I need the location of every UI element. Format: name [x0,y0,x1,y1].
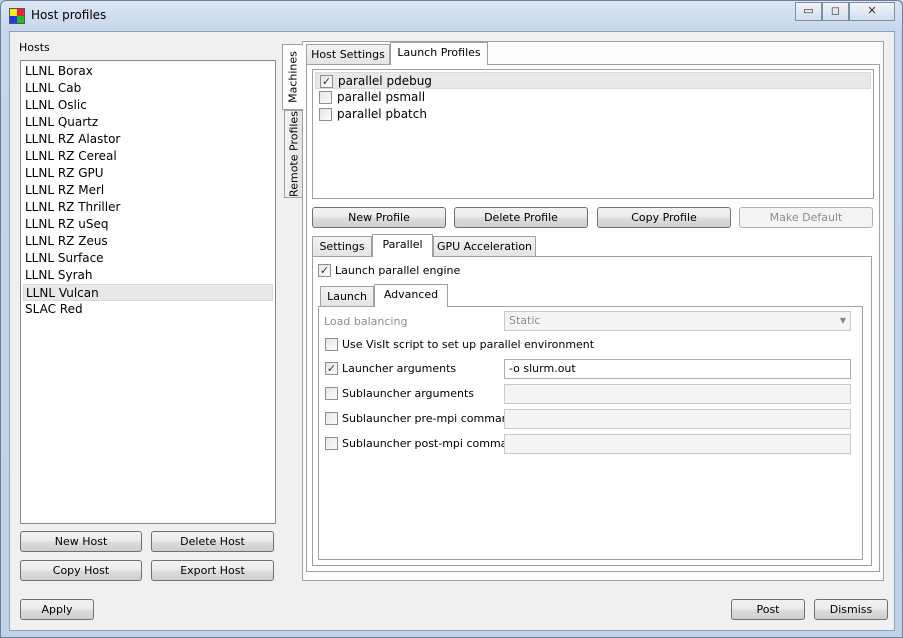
sublauncher-pre-mpi-label: Sublauncher pre-mpi command [342,412,516,425]
hosts-list[interactable]: LLNL Borax LLNL Cab LLNL Oslic LLNL Quartz L… [20,60,276,524]
copy-host-button[interactable]: Copy Host [20,560,142,581]
delete-host-button[interactable]: Delete Host [151,531,274,552]
minimize-button[interactable]: ▭ [795,2,822,21]
sublauncher-post-mpi-input[interactable] [504,434,851,454]
launcher-arguments-checkbox[interactable]: ✓ [325,362,338,375]
profile-label: parallel pdebug [338,74,432,88]
sublauncher-pre-mpi-input[interactable] [504,409,851,429]
load-balancing-label: Load balancing [324,315,408,328]
dialog-client-area: Hosts LLNL Borax LLNL Cab LLNL Oslic LLNL Q… [9,31,895,631]
list-item[interactable]: LLNL RZ uSeq [23,216,273,233]
post-button[interactable]: Post [731,599,805,620]
copy-profile-button[interactable]: Copy Profile [597,207,731,228]
new-profile-button[interactable]: New Profile [312,207,446,228]
tab-settings[interactable]: Settings [312,236,372,257]
sublauncher-arguments-input[interactable] [504,384,851,404]
hosts-label: Hosts [19,41,50,54]
tab-host-settings[interactable]: Host Settings [306,44,390,65]
load-balancing-select[interactable]: Static ▼ [504,311,851,331]
apply-button[interactable]: Apply [20,599,94,620]
profile-label: parallel psmall [337,90,426,104]
maximize-button[interactable]: ◻ [822,2,849,21]
launch-parallel-engine-checkbox[interactable]: ✓ [318,264,331,277]
list-item[interactable]: LLNL Oslic [23,97,273,114]
make-default-button[interactable]: Make Default [739,207,873,228]
list-item[interactable]: SLAC Red [23,301,273,318]
list-item[interactable]: LLNL Syrah [23,267,273,284]
tab-launch-profiles[interactable]: Launch Profiles [390,42,488,65]
profile-label: parallel pbatch [337,107,427,121]
delete-profile-button[interactable]: Delete Profile [454,207,588,228]
host-profiles-window: Host profiles ▭ ◻ ✕ Hosts LLNL Borax LLNL… [0,0,903,638]
profile-checkbox[interactable]: ✓ [320,75,333,88]
list-item[interactable]: LLNL RZ Alastor [23,131,273,148]
close-icon: ✕ [867,4,877,17]
list-item[interactable]: LLNL Borax [23,63,273,80]
list-item[interactable]: LLNL RZ Zeus [23,233,273,250]
new-host-button[interactable]: New Host [20,531,142,552]
check-icon: ✓ [326,362,337,375]
list-item[interactable]: LLNL Quartz [23,114,273,131]
profile-checkbox[interactable] [319,91,332,104]
launch-parallel-engine-label: Launch parallel engine [335,264,461,277]
list-item[interactable]: LLNL Cab [23,80,273,97]
tab-remote-profiles-label: Remote Profiles [287,111,301,197]
sublauncher-pre-mpi-checkbox[interactable] [325,412,338,425]
list-item[interactable]: LLNL Vulcan [23,284,273,301]
tab-gpu-acceleration[interactable]: GPU Acceleration [433,236,536,257]
tab-machines[interactable]: Machines [282,44,303,110]
tab-parallel[interactable]: Parallel [372,234,433,257]
window-title: Host profiles [31,8,107,22]
load-balancing-value: Static [509,314,541,327]
list-item[interactable]: LLNL RZ Merl [23,182,273,199]
use-visit-script-label: Use VisIt script to set up parallel envi… [342,338,595,351]
list-item[interactable]: parallel pbatch [315,106,871,123]
minimize-icon: ▭ [803,4,814,17]
check-icon: ✓ [321,75,332,88]
sublauncher-arguments-label: Sublauncher arguments [342,387,475,400]
tab-advanced[interactable]: Advanced [374,284,448,307]
sublauncher-post-mpi-label: Sublauncher post-mpi command [342,437,522,450]
launcher-arguments-input[interactable]: -o slurm.out [504,359,851,379]
list-item[interactable]: LLNL RZ Cereal [23,148,273,165]
sublauncher-arguments-checkbox[interactable] [325,387,338,400]
use-visit-script-checkbox[interactable] [325,338,338,351]
list-item[interactable]: LLNL RZ GPU [23,165,273,182]
list-item[interactable]: LLNL RZ Thriller [23,199,273,216]
tab-launch[interactable]: Launch [320,286,374,307]
tab-machines-label: Machines [286,51,300,103]
check-icon: ✓ [319,264,330,277]
maximize-icon: ◻ [830,4,841,17]
profiles-list[interactable]: ✓ parallel pdebug parallel psmall parallel … [312,69,874,199]
chevron-down-icon: ▼ [839,316,846,325]
export-host-button[interactable]: Export Host [151,560,274,581]
dismiss-button[interactable]: Dismiss [814,599,888,620]
close-button[interactable]: ✕ [849,2,895,21]
tab-remote-profiles[interactable]: Remote Profiles [284,110,303,198]
list-item[interactable]: LLNL Surface [23,250,273,267]
sublauncher-post-mpi-checkbox[interactable] [325,437,338,450]
launcher-arguments-label: Launcher arguments [342,362,457,375]
list-item[interactable]: parallel psmall [315,89,871,106]
list-item[interactable]: ✓ parallel pdebug [315,72,871,89]
app-icon [9,8,25,24]
profile-checkbox[interactable] [319,108,332,121]
title-bar[interactable]: Host profiles ▭ ◻ ✕ [1,1,902,31]
